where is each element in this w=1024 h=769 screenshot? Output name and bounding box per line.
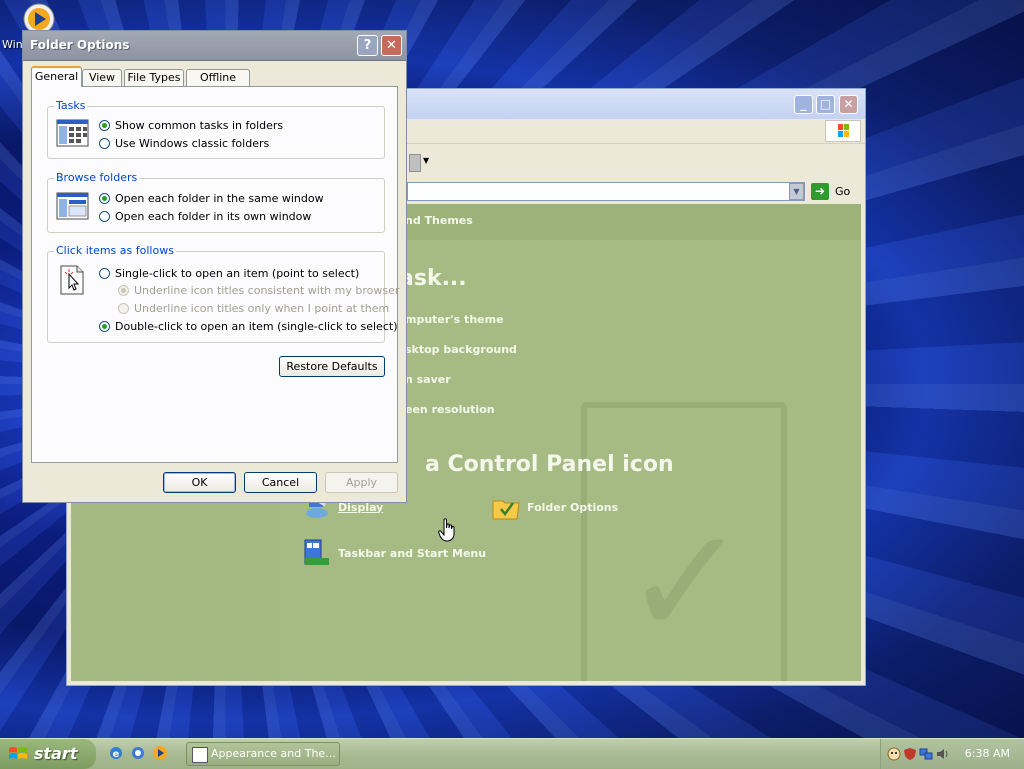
start-label[interactable]: start <box>34 744 78 763</box>
double-click-label[interactable]: Double-click to open an item (single-cli… <box>115 320 397 333</box>
same-window-radio[interactable] <box>99 193 110 204</box>
go-button[interactable]: Go <box>835 185 850 198</box>
tab-offline-files[interactable]: Offline Files <box>186 69 250 99</box>
folder-options-dialog[interactable]: Folder Options ? ✕ General View File Typ… <box>22 30 407 503</box>
restore-defaults-button[interactable]: Restore Defaults <box>279 356 385 377</box>
dialog-titlebar[interactable]: Folder Options ? ✕ <box>23 31 406 61</box>
folder-options-label[interactable]: Folder Options <box>527 501 618 514</box>
category-title: nd Themes <box>405 214 473 227</box>
svg-text:e: e <box>113 749 120 760</box>
underline-point-label[interactable]: Underline icon titles only when I point … <box>134 302 389 315</box>
hand-cursor-icon <box>438 518 455 542</box>
single-click-radio[interactable] <box>99 268 110 279</box>
volume-icon[interactable] <box>935 747 949 761</box>
pick-control-panel-icon-heading: a Control Panel icon <box>425 452 674 477</box>
underline-browser-label[interactable]: Underline icon titles consistent with my… <box>134 284 399 297</box>
pick-a-task-heading: ask... <box>399 266 467 291</box>
single-click-label[interactable]: Single-click to open an item (point to s… <box>115 267 359 280</box>
tray-helper-icon[interactable] <box>887 747 901 761</box>
system-clock[interactable]: 6:38 AM <box>965 747 1010 760</box>
maximize-button[interactable]: □ <box>816 95 835 114</box>
task-link-screen-resolution[interactable]: een resolution <box>405 403 495 416</box>
tasks-group-legend: Tasks <box>54 99 88 112</box>
folder-options-icon <box>491 492 521 522</box>
classic-folders-label[interactable]: Use Windows classic folders <box>115 137 269 150</box>
same-window-label[interactable]: Open each folder in the same window <box>115 192 324 205</box>
internet-explorer-icon[interactable]: e <box>108 745 124 761</box>
windows-flag-icon <box>9 747 27 759</box>
tab-general[interactable]: General <box>31 66 82 87</box>
own-window-radio[interactable] <box>99 211 110 222</box>
security-shield-icon[interactable] <box>903 747 917 761</box>
double-click-option[interactable]: Double-click to open an item (single-cli… <box>99 320 397 333</box>
double-click-radio[interactable] <box>99 321 110 332</box>
own-window-label[interactable]: Open each folder in its own window <box>115 210 311 223</box>
click-items-group-legend: Click items as follows <box>54 244 176 257</box>
address-input[interactable] <box>407 182 805 201</box>
tasks-folder-icon <box>56 119 89 147</box>
show-common-tasks-option[interactable]: Show common tasks in folders <box>99 119 283 132</box>
click-pointer-icon <box>60 265 84 295</box>
show-common-tasks-radio[interactable] <box>99 120 110 131</box>
cancel-button[interactable]: Cancel <box>244 472 317 493</box>
taskbar-icon <box>302 538 332 568</box>
views-dropdown-icon[interactable]: ▼ <box>423 156 429 165</box>
classic-folders-option[interactable]: Use Windows classic folders <box>99 137 269 150</box>
browse-folders-icon <box>56 192 89 220</box>
taskbar-window-button[interactable]: Appearance and The... <box>186 742 340 766</box>
task-link-screen-saver[interactable]: n saver <box>405 373 451 386</box>
go-arrow-icon[interactable]: ➜ <box>811 183 829 200</box>
taskbar-start-menu-label[interactable]: Taskbar and Start Menu <box>338 547 486 560</box>
tab-file-types[interactable]: File Types <box>124 69 184 86</box>
task-link-change-theme[interactable]: mputer's theme <box>405 313 504 326</box>
underline-point-radio[interactable] <box>118 303 129 314</box>
windows-logo-icon <box>825 120 861 142</box>
underline-browser-option[interactable]: Underline icon titles consistent with my… <box>118 284 399 297</box>
outlook-express-icon[interactable] <box>130 745 146 761</box>
media-player-quick-launch-icon[interactable] <box>152 745 168 761</box>
close-button[interactable]: ✕ <box>839 95 858 114</box>
browse-folders-group: Browse folders Open each folder in the s… <box>47 171 385 233</box>
start-button[interactable]: start <box>0 739 96 769</box>
show-common-tasks-label[interactable]: Show common tasks in folders <box>115 119 283 132</box>
control-panel-item-taskbar[interactable]: Taskbar and Start Menu <box>302 538 486 568</box>
tasks-group: Tasks Show common tasks in folders Use W… <box>47 99 385 159</box>
dialog-close-button[interactable]: ✕ <box>381 35 402 56</box>
task-link-desktop-background[interactable]: sktop background <box>405 343 517 356</box>
help-button[interactable]: ? <box>357 35 378 56</box>
window-icon <box>192 747 208 763</box>
minimize-button[interactable]: _ <box>794 95 813 114</box>
tab-view[interactable]: View <box>82 69 122 86</box>
underline-browser-radio[interactable] <box>118 285 129 296</box>
underline-point-option[interactable]: Underline icon titles only when I point … <box>118 302 389 315</box>
click-items-group: Click items as follows Single-click to o… <box>47 244 399 343</box>
classic-folders-radio[interactable] <box>99 138 110 149</box>
same-window-option[interactable]: Open each folder in the same window <box>99 192 324 205</box>
general-tab-panel: Tasks Show common tasks in folders Use W… <box>31 86 399 463</box>
own-window-option[interactable]: Open each folder in its own window <box>99 210 311 223</box>
taskbar-window-label[interactable]: Appearance and The... <box>211 747 336 760</box>
ok-button[interactable]: OK <box>163 472 236 493</box>
taskbar: start e Appearance and The... 6:38 AM <box>0 738 1024 769</box>
apply-button[interactable]: Apply <box>325 472 398 493</box>
dialog-title: Folder Options <box>30 38 130 52</box>
address-dropdown-icon[interactable]: ▼ <box>789 183 804 200</box>
network-icon[interactable] <box>919 747 933 761</box>
system-tray: 6:38 AM <box>880 739 1024 769</box>
single-click-option[interactable]: Single-click to open an item (point to s… <box>99 267 359 280</box>
browse-folders-group-legend: Browse folders <box>54 171 140 184</box>
control-panel-item-folder-options[interactable]: Folder Options <box>491 492 618 522</box>
checkmark-watermark-icon: ✓ <box>623 496 749 670</box>
views-icon[interactable] <box>409 154 421 172</box>
